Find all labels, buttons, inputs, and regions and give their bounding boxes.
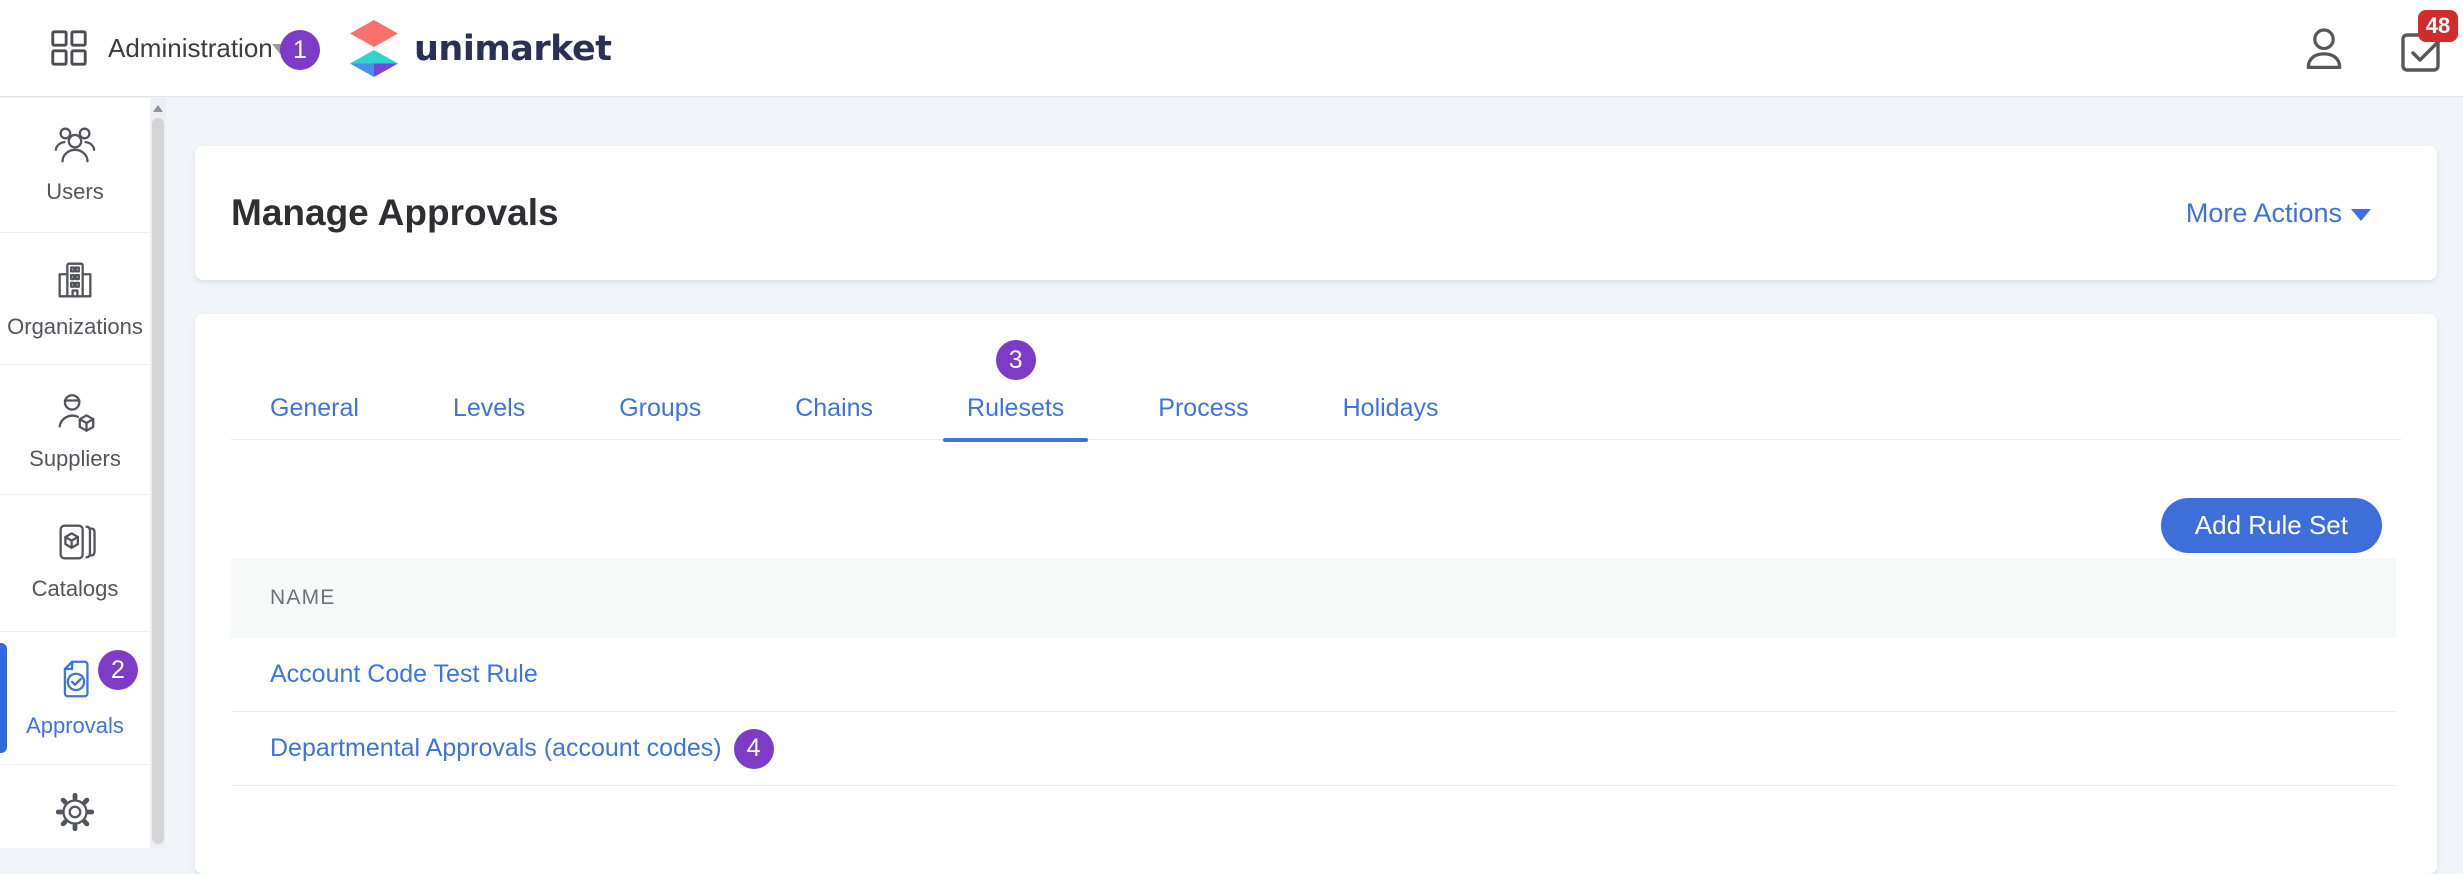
top-bar: Administration 1 unimarket 48 xyxy=(0,0,2463,97)
table-row: Departmental Approvals (account codes) 4 xyxy=(231,712,2396,786)
gear-icon xyxy=(52,789,98,835)
sidebar-item-users[interactable]: Users xyxy=(0,98,150,233)
active-tab-underline xyxy=(943,438,1088,442)
annotation-badge-4: 4 xyxy=(734,729,774,769)
sidebar-item-label: Users xyxy=(46,179,103,205)
unimarket-logo-icon xyxy=(348,19,400,81)
tab-general[interactable]: General xyxy=(246,394,383,439)
tab-chains[interactable]: Chains xyxy=(771,394,897,439)
more-actions-label: More Actions xyxy=(2186,198,2342,229)
sidebar-item-suppliers[interactable]: Suppliers xyxy=(0,365,150,495)
tab-bar: General Levels Groups Chains Rulesets 3 … xyxy=(231,386,2401,440)
table-header-name: NAME xyxy=(231,558,2396,638)
apps-grid-icon[interactable] xyxy=(48,27,90,69)
building-icon xyxy=(52,257,98,303)
document-check-icon xyxy=(52,656,98,702)
module-name[interactable]: Administration xyxy=(108,0,273,97)
ruleset-link[interactable]: Departmental Approvals (account codes) xyxy=(270,734,722,763)
annotation-badge-2: 2 xyxy=(98,650,138,690)
sidebar-item-label: Approvals xyxy=(26,713,124,739)
catalog-cards-icon xyxy=(52,519,98,565)
tasks-button[interactable]: 48 xyxy=(2398,26,2446,74)
rulesets-table: NAME Account Code Test Rule Departmental… xyxy=(231,558,2396,786)
scroll-up-arrow-icon[interactable] xyxy=(153,105,163,112)
table-row: Account Code Test Rule xyxy=(231,638,2396,712)
tab-levels[interactable]: Levels xyxy=(429,394,549,439)
scrollbar-thumb[interactable] xyxy=(152,118,164,844)
caret-down-icon xyxy=(2351,209,2371,221)
sidebar-item-catalogs[interactable]: Catalogs xyxy=(0,495,150,632)
sidebar-item-approvals[interactable]: Approvals 2 xyxy=(0,632,150,765)
tab-rulesets[interactable]: Rulesets 3 xyxy=(943,394,1088,439)
tab-holidays[interactable]: Holidays xyxy=(1319,394,1463,439)
more-actions-button[interactable]: More Actions xyxy=(2186,146,2371,280)
sidebar-item-organizations[interactable]: Organizations xyxy=(0,233,150,365)
sidebar-item-label: Catalogs xyxy=(32,576,119,602)
sidebar: Users Organizations Suppliers xyxy=(0,98,150,848)
page-header-card: Manage Approvals More Actions xyxy=(195,146,2437,280)
tab-rulesets-label: Rulesets xyxy=(967,394,1064,422)
ruleset-link[interactable]: Account Code Test Rule xyxy=(270,660,538,689)
add-rule-set-button[interactable]: Add Rule Set xyxy=(2161,498,2382,553)
users-icon xyxy=(52,122,98,168)
annotation-badge-1: 1 xyxy=(280,30,320,70)
active-indicator xyxy=(0,643,7,753)
brand-wordmark: unimarket xyxy=(414,0,612,97)
sidebar-item-settings[interactable] xyxy=(0,765,150,848)
approvals-card: General Levels Groups Chains Rulesets 3 … xyxy=(195,314,2437,874)
sidebar-item-label: Organizations xyxy=(7,314,143,340)
annotation-badge-3: 3 xyxy=(996,340,1036,380)
tasks-count-badge: 48 xyxy=(2418,10,2458,42)
profile-person-icon[interactable] xyxy=(2298,22,2350,76)
tab-process[interactable]: Process xyxy=(1134,394,1272,439)
sidebar-scrollbar[interactable] xyxy=(150,98,166,848)
supplier-person-box-icon xyxy=(52,389,98,435)
tab-groups[interactable]: Groups xyxy=(595,394,725,439)
sidebar-item-label: Suppliers xyxy=(29,446,121,472)
page-title: Manage Approvals xyxy=(231,146,559,280)
